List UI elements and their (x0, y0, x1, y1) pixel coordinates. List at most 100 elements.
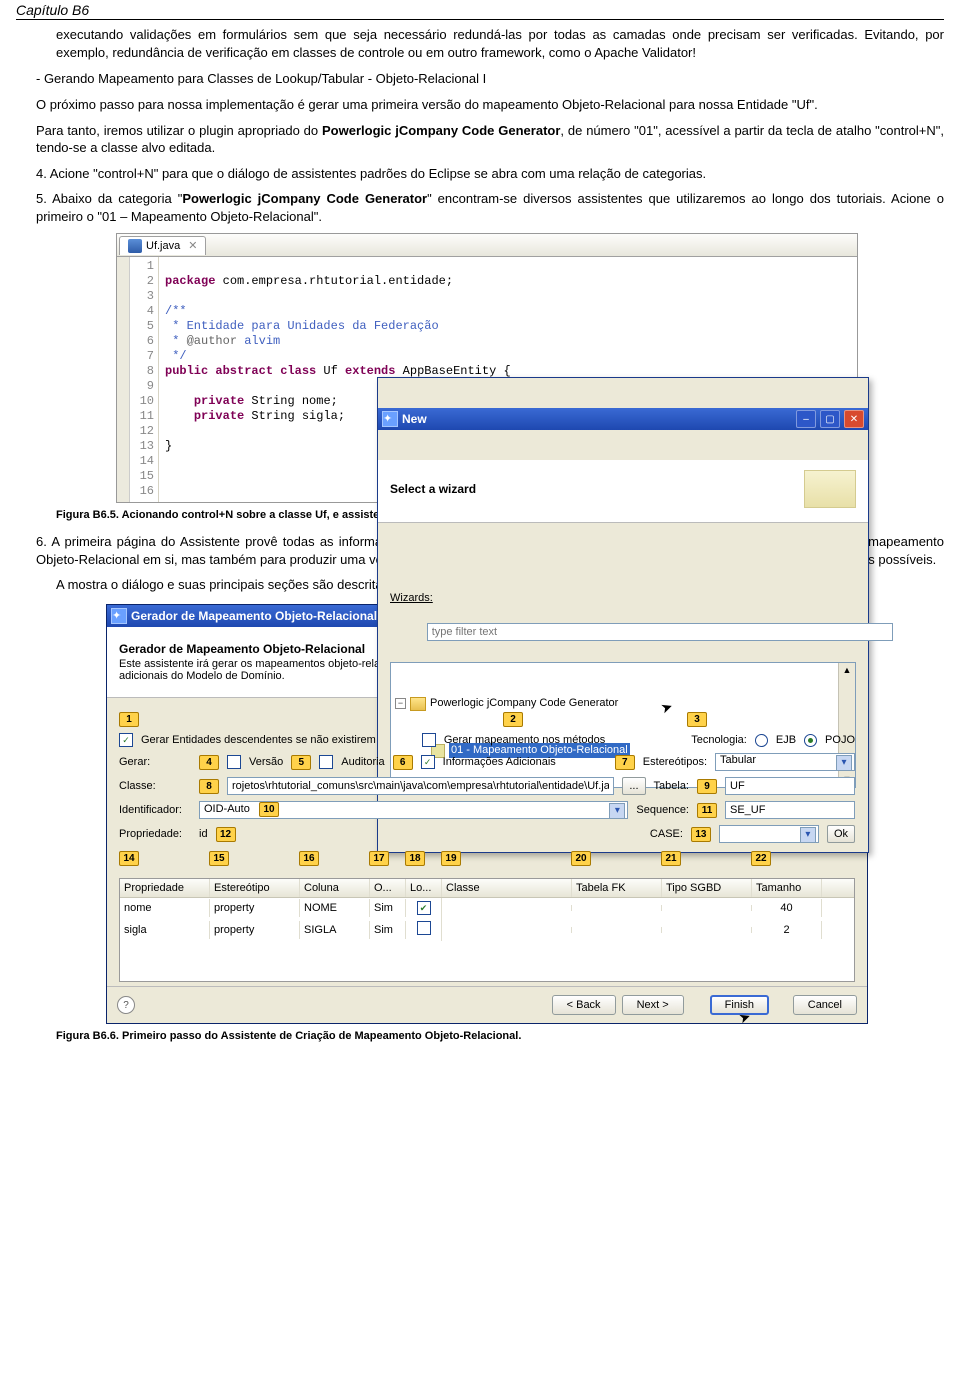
callout-marker: 1 (119, 712, 139, 727)
checkbox-icon[interactable]: ✔ (417, 901, 431, 915)
callout-marker: 22 (751, 851, 771, 866)
callout-marker: 13 (691, 827, 711, 842)
td-checkbox[interactable]: ✔ (406, 898, 442, 918)
callout-marker: 15 (209, 851, 229, 866)
line-num: 7 (130, 349, 154, 364)
classe-input[interactable] (227, 777, 614, 795)
dialog-title: New (402, 412, 792, 427)
callout-marker: 17 (369, 851, 389, 866)
java-file-icon (128, 239, 142, 253)
code-text[interactable]: package com.empresa.rhtutorial.entidade;… (159, 257, 857, 502)
callout-marker: 10 (259, 802, 279, 817)
comment: * (165, 334, 187, 348)
td: 2 (752, 921, 822, 939)
section-title: - Gerando Mapeamento para Classes de Loo… (36, 71, 944, 86)
table-row[interactable]: nome property NOME Sim ✔ 40 (120, 898, 854, 918)
radio-pojo[interactable] (804, 734, 817, 747)
td: property (210, 899, 300, 917)
ok-button[interactable]: Ok (827, 825, 855, 843)
wizard-filter-input[interactable] (427, 623, 893, 641)
case-select[interactable] (719, 825, 819, 843)
td-checkbox[interactable] (406, 918, 442, 941)
callout-marker: 4 (199, 755, 219, 770)
tecnologia-label: Tecnologia: (691, 734, 747, 746)
tabela-input[interactable] (725, 777, 855, 795)
next-button[interactable]: Next > (622, 995, 684, 1015)
classe-label: Classe: (119, 780, 191, 792)
cancel-button[interactable]: Cancel (793, 995, 857, 1015)
th-tamanho[interactable]: Tamanho (752, 879, 822, 897)
radio-pojo-label: POJO (825, 734, 855, 746)
editor-tab[interactable]: Uf.java ✕ (119, 236, 206, 255)
callout-marker: 18 (405, 851, 425, 866)
td (572, 927, 662, 933)
checkbox-methods-label: Gerar mapeamento nos métodos (444, 734, 605, 746)
identificador-select[interactable]: OID-Auto 10 (199, 801, 628, 819)
line-num: 5 (130, 319, 154, 334)
checkbox-versao-label: Versão (249, 756, 283, 768)
sequence-input[interactable] (725, 801, 855, 819)
gerar-label: Gerar: (119, 756, 191, 768)
td: Sim (370, 921, 406, 939)
annotation: @author (187, 334, 237, 348)
checkbox-info[interactable]: ✓ (421, 755, 435, 769)
td: nome (120, 899, 210, 917)
line-num: 9 (130, 379, 154, 394)
close-icon[interactable]: ✕ (188, 239, 197, 252)
td: sigla (120, 921, 210, 939)
back-button[interactable]: < Back (552, 995, 616, 1015)
th-estereotipo[interactable]: Estereótipo (210, 879, 300, 897)
kw: private (194, 409, 244, 423)
dialog-body: 1 2 3 ✓ Gerar Entidades descendentes se … (107, 698, 867, 986)
code: } (165, 439, 172, 453)
th-tiposgbd[interactable]: Tipo SGBD (662, 879, 752, 897)
checkbox-methods[interactable] (422, 733, 436, 747)
table-callout-row: 14 15 16 17 18 19 20 21 22 (119, 849, 855, 868)
checkbox-icon[interactable] (417, 921, 431, 935)
th-coluna[interactable]: Coluna (300, 879, 370, 897)
checkbox-descendants[interactable]: ✓ (119, 733, 133, 747)
wizards-label: Wizards: (390, 591, 856, 606)
code: String sigla; (244, 409, 345, 423)
wizard-banner-icon (804, 470, 856, 508)
help-icon[interactable]: ? (117, 996, 135, 1014)
checkbox-versao[interactable] (227, 755, 241, 769)
sequence-label: Sequence: (636, 804, 689, 816)
browse-button[interactable]: ... (622, 777, 645, 795)
th-tabelafk[interactable]: Tabela FK (572, 879, 662, 897)
kw: private (194, 394, 244, 408)
properties-table: Propriedade Estereótipo Coluna O... Lo..… (119, 878, 855, 982)
th-propriedade[interactable]: Propriedade (120, 879, 210, 897)
table-row[interactable]: sigla property SIGLA Sim 2 (120, 918, 854, 941)
screenshot-editor-wizard: Uf.java ✕ 1 2 3 4 5 6 7 8 9 10 11 12 13 … (116, 233, 858, 503)
dialog-banner: Select a wizard (378, 460, 868, 523)
comment: alvim (237, 334, 280, 348)
td (662, 905, 752, 911)
callout-marker: 20 (571, 851, 591, 866)
line-num: 2 (130, 274, 154, 289)
scroll-up-icon[interactable]: ▲ (843, 663, 852, 678)
line-num: 4 (130, 304, 154, 319)
dialog-button-bar: ? < Back Next > Finish ➤ Cancel (107, 986, 867, 1023)
checkbox-auditoria[interactable] (319, 755, 333, 769)
radio-ejb[interactable] (755, 734, 768, 747)
paragraph-5: 5. Abaixo da categoria "Powerlogic jComp… (36, 190, 944, 225)
maximize-button[interactable]: ▢ (820, 410, 840, 428)
th-logico[interactable]: Lo... (406, 879, 442, 897)
callout-marker: 5 (291, 755, 311, 770)
line-num: 14 (130, 454, 154, 469)
th-classe[interactable]: Classe (442, 879, 572, 897)
callout-marker: 19 (441, 851, 461, 866)
estereotipos-select[interactable]: Tabular (715, 753, 855, 771)
callout-marker: 3 (687, 712, 707, 727)
callout-marker: 6 (393, 755, 413, 770)
p3-bold: Powerlogic jCompany Code Generator (322, 123, 560, 138)
editor-ruler (117, 257, 130, 502)
callout-marker: 9 (697, 779, 717, 794)
th-obrigatorio[interactable]: O... (370, 879, 406, 897)
minimize-button[interactable]: – (796, 410, 816, 428)
line-num: 16 (130, 484, 154, 499)
callout-marker: 2 (503, 712, 523, 727)
close-button[interactable]: ✕ (844, 410, 864, 428)
dialog-title-bar[interactable]: ✦ New – ▢ ✕ (378, 408, 868, 430)
